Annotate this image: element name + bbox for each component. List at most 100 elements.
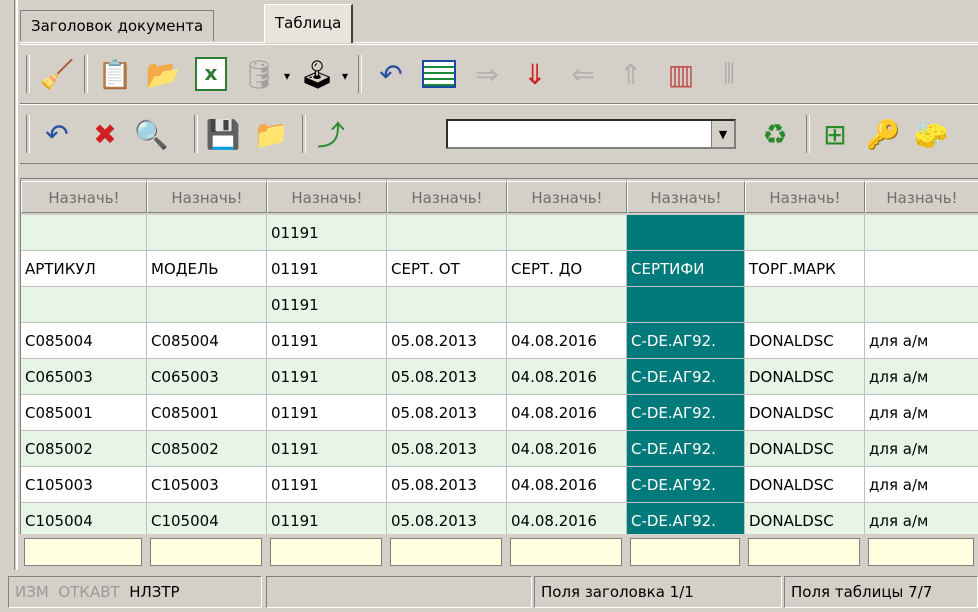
table-row[interactable]: C085002 C085002 01191 05.08.2013 04.08.2016 C… <box>21 431 978 467</box>
table-cell[interactable] <box>147 215 267 251</box>
table-row[interactable]: C085001 C085001 01191 05.08.2013 04.08.2016 C… <box>21 395 978 431</box>
table-cell[interactable]: DONALDSC <box>745 431 865 467</box>
table-cell[interactable]: для а/м <box>865 359 978 395</box>
table-cell[interactable] <box>627 215 745 251</box>
table-cell[interactable]: C-DE.АГ92. <box>627 395 745 431</box>
columns-icon[interactable]: ▥ <box>660 53 702 95</box>
column-header-button[interactable]: Назначь! <box>507 181 627 213</box>
database-icon[interactable]: 🛢 <box>238 53 280 95</box>
table-cell[interactable] <box>865 251 978 287</box>
import-folder-icon[interactable]: 📂 <box>142 53 184 95</box>
table-cell[interactable]: 04.08.2016 <box>507 323 627 359</box>
key-icon[interactable]: 🔑 <box>862 113 904 155</box>
table-cell[interactable]: АРТИКУЛ <box>21 251 147 287</box>
open-folder-icon[interactable]: 📁 <box>250 113 292 155</box>
table-cell[interactable]: 04.08.2016 <box>507 467 627 503</box>
table-cell[interactable]: для а/м <box>865 395 978 431</box>
footer-input[interactable] <box>150 538 262 566</box>
table-cell[interactable]: DONALDSC <box>745 395 865 431</box>
table-cell[interactable]: 04.08.2016 <box>507 359 627 395</box>
footer-input[interactable] <box>270 538 382 566</box>
recycle-icon[interactable]: ♻ <box>754 113 796 155</box>
table-cell[interactable]: 05.08.2013 <box>387 467 507 503</box>
table-cell[interactable] <box>627 287 745 323</box>
table-cell[interactable]: 01191 <box>267 287 387 323</box>
table-cell[interactable]: C105003 <box>147 467 267 503</box>
paste-icon[interactable]: 📋 <box>94 53 136 95</box>
table-cell[interactable]: C085002 <box>21 431 147 467</box>
chevron-down-icon[interactable]: ▾ <box>342 69 348 83</box>
footer-input[interactable] <box>390 538 502 566</box>
table-cell[interactable] <box>387 287 507 323</box>
tab-document-header[interactable]: Заголовок документа <box>20 10 215 41</box>
table-cell[interactable]: 01191 <box>267 251 387 287</box>
table-cell[interactable]: СЕРТИФИ <box>627 251 745 287</box>
table-cell[interactable]: C085001 <box>147 395 267 431</box>
table-cell[interactable]: C-DE.АГ92. <box>627 467 745 503</box>
table-cell[interactable] <box>147 287 267 323</box>
table-cell[interactable]: 01191 <box>267 215 387 251</box>
table-cell[interactable]: 01191 <box>267 323 387 359</box>
eraser-icon[interactable]: 🧽 <box>910 113 952 155</box>
table-cell[interactable]: 05.08.2013 <box>387 395 507 431</box>
footer-input[interactable] <box>510 538 622 566</box>
column-header-button[interactable]: Назначь! <box>865 181 978 213</box>
column-header-button[interactable]: Назначь! <box>627 181 745 213</box>
table-cell[interactable]: C-DE.АГ92. <box>627 359 745 395</box>
table-cell[interactable] <box>507 287 627 323</box>
tab-table[interactable]: Таблица <box>264 4 354 43</box>
column-header-button[interactable]: Назначь! <box>21 181 147 213</box>
table-cell[interactable]: 01191 <box>267 467 387 503</box>
table-cell[interactable]: C-DE.АГ92. <box>627 323 745 359</box>
move-left-icon[interactable]: ⇐ <box>562 53 604 95</box>
table-row[interactable]: 01191 <box>21 215 978 251</box>
export-icon[interactable]: ⤴ <box>310 113 352 155</box>
table-cell[interactable]: 05.08.2013 <box>387 359 507 395</box>
table-cell[interactable]: 05.08.2013 <box>387 323 507 359</box>
table-cell[interactable] <box>21 287 147 323</box>
table-cell[interactable]: DONALDSC <box>745 359 865 395</box>
footer-input[interactable] <box>748 538 860 566</box>
table-row[interactable]: 01191 <box>21 287 978 323</box>
table-cell[interactable]: C085001 <box>21 395 147 431</box>
table-cell[interactable]: C065003 <box>147 359 267 395</box>
footer-input[interactable] <box>24 538 142 566</box>
table-icon[interactable] <box>418 53 460 95</box>
table-cell[interactable] <box>21 215 147 251</box>
table-cell[interactable]: 01191 <box>267 431 387 467</box>
table-cell[interactable]: МОДЕЛЬ <box>147 251 267 287</box>
delete-record-icon[interactable]: ✖ <box>84 113 126 155</box>
table-cell[interactable] <box>745 215 865 251</box>
undo-icon[interactable]: ↶ <box>370 53 412 95</box>
table-cell[interactable]: 01191 <box>267 395 387 431</box>
table-row[interactable]: C085004 C085004 01191 05.08.2013 04.08.2016 C… <box>21 323 978 359</box>
table-cell[interactable]: DONALDSC <box>745 323 865 359</box>
excel-icon[interactable]: x <box>190 53 232 95</box>
table-cell[interactable] <box>745 287 865 323</box>
joystick-icon[interactable]: 🕹 <box>296 53 338 95</box>
table-row[interactable]: АРТИКУЛ МОДЕЛЬ 01191 СЕРТ. ОТ СЕРТ. ДО СЕРТИФ… <box>21 251 978 287</box>
table-cell[interactable] <box>507 215 627 251</box>
table-cell[interactable]: C085002 <box>147 431 267 467</box>
footer-input[interactable] <box>868 538 974 566</box>
table-cell[interactable]: C085004 <box>21 323 147 359</box>
table-cell[interactable]: 04.08.2016 <box>507 431 627 467</box>
column-header-button[interactable]: Назначь! <box>387 181 507 213</box>
undo-record-icon[interactable]: ↶ <box>36 113 78 155</box>
save-icon[interactable]: 💾 <box>202 113 244 155</box>
table-cell[interactable]: 04.08.2016 <box>507 395 627 431</box>
move-up-icon[interactable]: ⇑ <box>610 53 652 95</box>
table-cell[interactable]: DONALDSC <box>745 467 865 503</box>
chevron-down-icon[interactable]: ▼ <box>711 121 734 147</box>
broom-icon[interactable]: 🧹 <box>36 53 78 95</box>
column-header-button[interactable]: Назначь! <box>147 181 267 213</box>
table-row[interactable]: C105003 C105003 01191 05.08.2013 04.08.2016 C… <box>21 467 978 503</box>
table-cell[interactable]: C-DE.АГ92. <box>627 431 745 467</box>
move-right-icon[interactable]: ⇒ <box>466 53 508 95</box>
table-cell[interactable]: для а/м <box>865 467 978 503</box>
table-cell[interactable]: для а/м <box>865 431 978 467</box>
insert-down-icon[interactable]: ⇓ <box>514 53 556 95</box>
table-cell[interactable]: СЕРТ. ОТ <box>387 251 507 287</box>
table-cell[interactable]: C105003 <box>21 467 147 503</box>
table-cell[interactable] <box>865 287 978 323</box>
